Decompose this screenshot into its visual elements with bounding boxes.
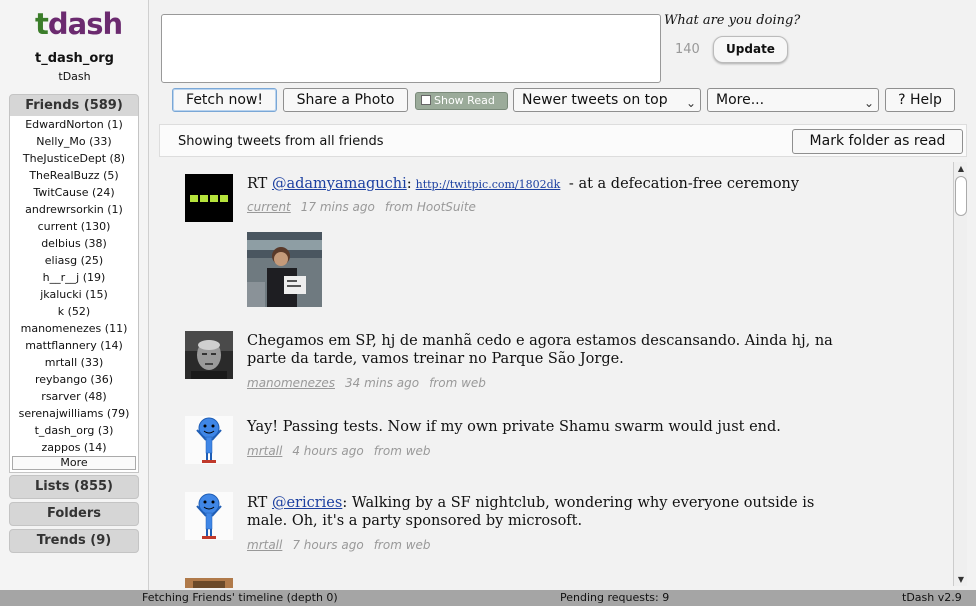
folders-header[interactable]: Folders	[9, 502, 139, 526]
friend-item[interactable]: Nelly_Mo (33)	[10, 133, 138, 150]
compose-prompt: What are you doing?	[664, 13, 801, 28]
tweet-source: from HootSuite	[384, 200, 476, 214]
scroll-down-icon[interactable]: ▼	[955, 573, 967, 586]
show-read-label: Show Read	[434, 94, 495, 107]
tdash-logo[interactable]: tdash	[35, 8, 123, 40]
pending-requests: Pending requests: 9	[560, 591, 670, 604]
friend-item[interactable]: TwitCause (24)	[10, 184, 138, 201]
avatar[interactable]	[185, 416, 233, 464]
friend-item[interactable]: andrewrsorkin (1)	[10, 201, 138, 218]
tweet-source: from web	[373, 444, 431, 458]
avatar[interactable]	[185, 492, 233, 540]
tweet-meta: mrtall 4 hours ago from web	[247, 444, 431, 458]
status-message: Fetching Friends' timeline (depth 0)	[142, 591, 338, 604]
avatar[interactable]	[185, 331, 233, 379]
tweet-author-link[interactable]: manomenezes	[247, 376, 335, 390]
more-select[interactable]: More... ⌄	[707, 88, 879, 112]
tweet: Yay! Passing tests. Now if my own privat…	[159, 416, 953, 472]
friend-item[interactable]: current (130)	[10, 218, 138, 235]
tweet-text: RT @ericries: Walking by a SF nightclub,…	[247, 495, 815, 529]
friend-item[interactable]: zappos (14)	[10, 439, 138, 456]
more-friends-button[interactable]: More	[12, 456, 136, 470]
char-count: 140	[675, 42, 700, 57]
tweet: Chegamos em SP, hj de manhã cedo e agora…	[159, 330, 953, 400]
tweet-source: from web	[373, 538, 431, 552]
tweet-source: from web	[429, 376, 486, 390]
friend-item[interactable]: delbius (38)	[10, 235, 138, 252]
mention-link[interactable]: @ericries	[272, 495, 342, 511]
tweet-time[interactable]: 7 hours ago	[292, 538, 363, 552]
friend-item[interactable]: manomenezes (11)	[10, 320, 138, 337]
friend-item[interactable]: eliasg (25)	[10, 252, 138, 269]
tweet-meta: mrtall 7 hours ago from web	[247, 538, 431, 552]
tweet-time[interactable]: 17 mins ago	[301, 200, 375, 214]
friend-item[interactable]: jkalucki (15)	[10, 286, 138, 303]
sort-order-value: Newer tweets on top	[522, 92, 668, 108]
tweet: RT @adamyamaguchi: http://twitpic.com/180…	[159, 172, 953, 312]
chevron-down-icon: ⌄	[863, 96, 874, 110]
tweet-time[interactable]: 4 hours ago	[292, 444, 363, 458]
update-button[interactable]: Update	[713, 36, 788, 63]
timeline-header: Showing tweets from all friends Mark fol…	[159, 124, 967, 157]
friend-item[interactable]: mattflannery (14)	[10, 337, 138, 354]
friends-list: EdwardNorton (1) Nelly_Mo (33) TheJustic…	[9, 116, 139, 473]
avatar[interactable]	[185, 578, 233, 588]
mention-link[interactable]: @adamyamaguchi	[272, 176, 407, 192]
friend-item[interactable]: h__r__j (19)	[10, 269, 138, 286]
username: t_dash_org	[35, 51, 114, 66]
photo-thumbnail[interactable]	[247, 232, 322, 307]
lists-header[interactable]: Lists (855)	[9, 475, 139, 499]
scroll-up-icon[interactable]: ▲	[955, 162, 967, 175]
show-read-checkbox[interactable]	[421, 95, 431, 105]
app-name: tDash	[58, 70, 91, 83]
friend-item[interactable]: k (52)	[10, 303, 138, 320]
friend-item[interactable]: reybango (36)	[10, 371, 138, 388]
tweet: RT @ericries: Walking by a SF nightclub,…	[159, 492, 953, 562]
tweet-timeline: RT @adamyamaguchi: http://twitpic.com/180…	[159, 162, 953, 588]
app-version: tDash v2.9	[902, 591, 962, 604]
show-read-toggle[interactable]: Show Read	[415, 92, 508, 110]
tweet-meta: manomenezes 34 mins ago from web	[247, 376, 486, 390]
tweet-text: Yay! Passing tests. Now if my own privat…	[247, 419, 781, 435]
timeline-scrollbar[interactable]: ▲ ▼	[953, 162, 967, 586]
tweet-text: RT @adamyamaguchi: http://twitpic.com/180…	[247, 176, 800, 192]
more-select-value: More...	[716, 92, 765, 108]
showing-text: Showing tweets from all friends	[178, 134, 384, 149]
avatar[interactable]	[185, 174, 233, 222]
tweet-author-link[interactable]: mrtall	[247, 444, 282, 458]
friend-item[interactable]: mrtall (33)	[10, 354, 138, 371]
help-button[interactable]: ? Help	[885, 88, 955, 112]
trends-header[interactable]: Trends (9)	[9, 529, 139, 553]
friend-item[interactable]: EdwardNorton (1)	[10, 116, 138, 133]
tweet-meta: current 17 mins ago from HootSuite	[247, 200, 476, 214]
tweet-author-link[interactable]: current	[247, 200, 291, 214]
friend-item[interactable]: rsarver (48)	[10, 388, 138, 405]
status-bar: Fetching Friends' timeline (depth 0) Pen…	[0, 590, 976, 606]
scroll-thumb[interactable]	[955, 176, 967, 216]
tweet-text: Chegamos em SP, hj de manhã cedo e agora…	[247, 333, 833, 367]
sort-order-select[interactable]: Newer tweets on top ⌄	[513, 88, 701, 112]
friend-item[interactable]: serenajwilliams (79)	[10, 405, 138, 422]
friend-item[interactable]: t_dash_org (3)	[10, 422, 138, 439]
mark-folder-read-button[interactable]: Mark folder as read	[792, 129, 963, 154]
tweet-author-link[interactable]: mrtall	[247, 538, 282, 552]
friend-item[interactable]: TheRealBuzz (5)	[10, 167, 138, 184]
fetch-now-button[interactable]: Fetch now!	[172, 88, 277, 112]
sidebar: tdash t_dash_org tDash Friends (589) Edw…	[0, 0, 149, 590]
share-photo-button[interactable]: Share a Photo	[283, 88, 408, 112]
friend-item[interactable]: TheJusticeDept (8)	[10, 150, 138, 167]
status-textarea[interactable]	[161, 14, 661, 83]
tweet-time[interactable]: 34 mins ago	[345, 376, 419, 390]
friends-header[interactable]: Friends (589)	[9, 94, 139, 118]
chevron-down-icon: ⌄	[685, 96, 696, 110]
url-link[interactable]: http://twitpic.com/1802dk	[416, 178, 561, 191]
